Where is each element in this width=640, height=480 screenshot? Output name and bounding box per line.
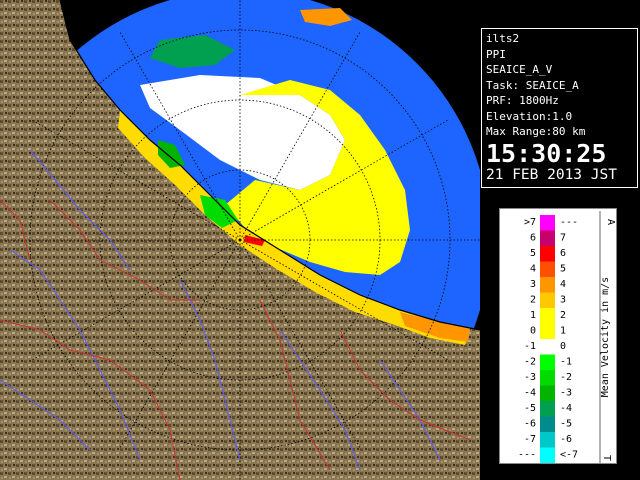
elevation-value: Elevation:1.0: [486, 109, 573, 123]
legend-swatch: [540, 246, 555, 262]
legend-left-label: 1: [530, 310, 536, 321]
info-panel: ilts2 PPI SEAICE_A_V Task: SEAICE_A PRF:…: [481, 28, 638, 188]
legend-right-label: -4: [560, 403, 572, 414]
legend-left-label: -6: [524, 419, 536, 430]
legend-left-label: >7: [524, 217, 536, 228]
legend-right-label: -1: [560, 357, 572, 368]
legend-right-label: 0: [560, 341, 566, 352]
legend-right-label: 7: [560, 233, 566, 244]
legend-title: Mean Velocity in m/s: [600, 277, 611, 397]
legend-swatch: [540, 370, 555, 386]
scan-time: 15:30:25: [486, 138, 607, 168]
task-name: Task: SEAICE_A: [486, 78, 579, 92]
radar-ppi-map[interactable]: [0, 0, 480, 480]
legend-right-label: 4: [560, 279, 566, 290]
legend-top-marker: A: [605, 219, 616, 225]
station-name: ilts2: [486, 32, 520, 45]
legend-right-label: 6: [560, 248, 566, 259]
legend-left-label: -4: [524, 388, 536, 399]
legend-right-label: -3: [560, 388, 572, 399]
legend-left-label: 0: [530, 326, 536, 337]
legend-swatch: [540, 277, 555, 293]
legend-swatch: [540, 323, 555, 339]
legend-swatch: [540, 308, 555, 324]
legend-swatch: [540, 292, 555, 308]
max-range-value: Max Range:80 km: [486, 125, 586, 138]
legend-left-label: 5: [530, 248, 536, 259]
legend-left-label: -2: [524, 357, 536, 368]
legend-left-label: -1: [524, 341, 536, 352]
velocity-legend: >7 --- 6 7 5 6 4 5 3 4 2 3 1 2 0 1 -1 0 -2 -1 -3 -2 -4 -3 -5 -4 -6…: [499, 208, 617, 464]
legend-swatch: [540, 416, 555, 432]
legend-right-label: 1: [560, 326, 566, 337]
legend-left-label: 6: [530, 233, 536, 244]
legend-swatch: [540, 385, 555, 401]
legend-left-label: ---: [518, 450, 536, 461]
legend-bottom-marker: T: [601, 455, 612, 461]
legend-swatch: [540, 354, 555, 370]
legend-swatch: [540, 339, 555, 355]
legend-right-label: 2: [560, 310, 566, 321]
legend-right-label: <-7: [560, 450, 578, 461]
scan-date: 21 FEB 2013 JST: [486, 166, 617, 183]
prf-value: PRF: 1800Hz: [486, 94, 559, 107]
legend-right-label: -5: [560, 419, 572, 430]
display-mode: PPI: [486, 47, 506, 61]
legend-left-label: -5: [524, 403, 536, 414]
legend-scale: >7 --- 6 7 5 6 4 5 3 4 2 3 1 2 0 1 -1 0 -2 -1 -3 -2 -4 -3 -5 -4 -6…: [518, 211, 616, 463]
legend-left-label: 2: [530, 295, 536, 306]
product-name: SEAICE_A_V: [486, 63, 553, 76]
legend-left-label: -7: [524, 434, 536, 445]
legend-swatch: [540, 215, 555, 231]
legend-right-label: -6: [560, 434, 572, 445]
legend-swatch: [540, 261, 555, 277]
legend-swatch: [540, 230, 555, 246]
legend-left-label: 3: [530, 279, 536, 290]
legend-left-label: 4: [530, 264, 536, 275]
legend-swatch: [540, 447, 555, 463]
legend-right-label: -2: [560, 372, 572, 383]
legend-right-label: 3: [560, 295, 566, 306]
legend-left-label: -3: [524, 372, 536, 383]
legend-right-label: ---: [560, 217, 578, 228]
legend-swatch: [540, 432, 555, 448]
legend-swatch: [540, 401, 555, 417]
legend-right-label: 5: [560, 264, 566, 275]
